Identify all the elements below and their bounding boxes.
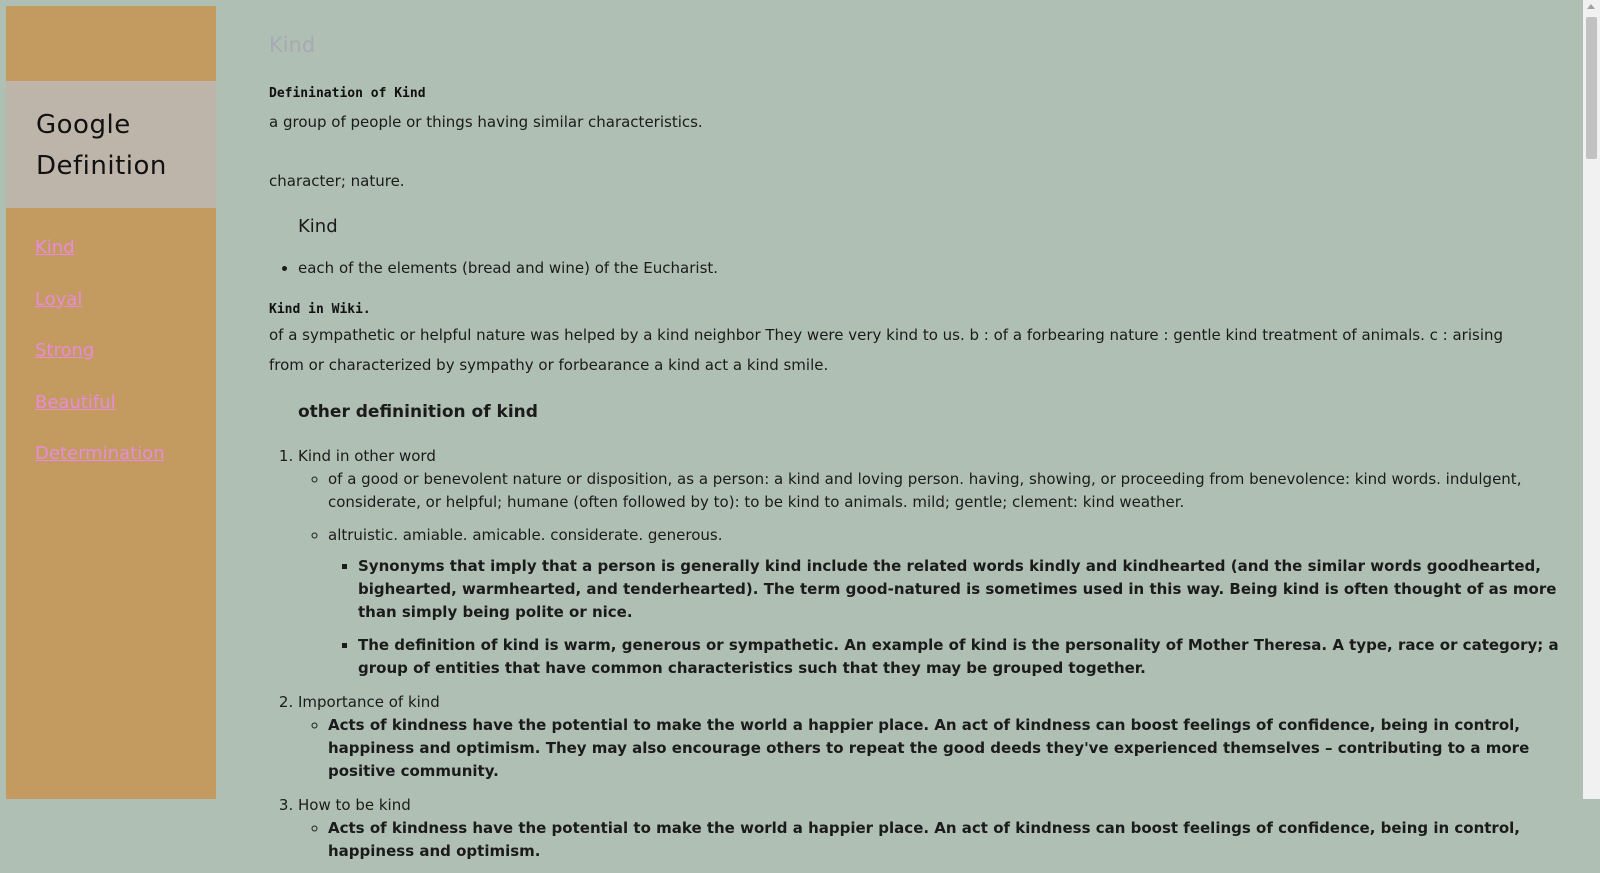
sidebar-nav: Kind Loyal Strong Beautiful Determinatio…: [35, 238, 165, 496]
brand-title: Google Definition: [36, 105, 167, 187]
list-item: Acts of kindness have the potential to m…: [328, 714, 1568, 783]
nav-link-beautiful[interactable]: Beautiful: [35, 392, 165, 445]
definition-heading: Definination of Kind: [269, 86, 426, 101]
section-list: of a good or benevolent nature or dispos…: [298, 468, 1568, 680]
page-title: Kind: [269, 33, 316, 57]
section-list: Acts of kindness have the potential to m…: [298, 817, 1568, 863]
bullet-list: each of the elements (bread and wine) of…: [298, 259, 718, 277]
section-list: Acts of kindness have the potential to m…: [298, 714, 1568, 783]
sidebar: Google Definition Kind Loyal Strong Beau…: [6, 6, 216, 799]
section-item: How to be kind Acts of kindness have the…: [298, 793, 1568, 863]
nav-link-determination[interactable]: Determination: [35, 444, 165, 496]
vertical-scrollbar[interactable]: [1583, 0, 1600, 799]
section-item: Importance of kind Acts of kindness have…: [298, 690, 1568, 783]
nav-link-strong[interactable]: Strong: [35, 341, 165, 393]
definition-text: a group of people or things having simil…: [269, 113, 703, 131]
other-definition-heading: other defininition of kind: [298, 402, 538, 422]
nav-link-loyal[interactable]: Loyal: [35, 289, 165, 342]
list-item-text: altruistic. amiable. amicable. considera…: [328, 526, 723, 544]
brand-block: Google Definition: [6, 81, 216, 208]
scroll-thumb[interactable]: [1586, 17, 1597, 159]
nested-list: Synonyms that imply that a person is gen…: [328, 555, 1568, 680]
list-item: each of the elements (bread and wine) of…: [298, 259, 718, 277]
section-title: Importance of kind: [298, 693, 440, 711]
section-title: How to be kind: [298, 796, 411, 814]
list-item: altruistic. amiable. amicable. considera…: [328, 524, 1568, 680]
section-title: Kind in other word: [298, 447, 436, 465]
brand-line-1: Google: [36, 110, 131, 140]
definition-text-2: character; nature.: [269, 172, 405, 190]
definition-sections: Kind in other word of a good or benevole…: [269, 444, 1568, 873]
list-item: Acts of kindness have the potential to m…: [328, 817, 1568, 863]
list-item: The definition of kind is warm, generous…: [358, 634, 1568, 680]
section-item: Kind in other word of a good or benevole…: [298, 444, 1568, 680]
brand-line-2: Definition: [36, 151, 167, 181]
wiki-heading: Kind in Wiki.: [269, 302, 371, 317]
nav-link-kind[interactable]: Kind: [35, 238, 165, 290]
scroll-up-arrow-icon[interactable]: [1587, 4, 1595, 9]
list-item: Synonyms that imply that a person is gen…: [358, 555, 1568, 624]
list-item: of a good or benevolent nature or dispos…: [328, 468, 1568, 514]
wiki-text: of a sympathetic or helpful nature was h…: [269, 326, 1504, 374]
sub-heading-kind: Kind: [298, 216, 338, 237]
